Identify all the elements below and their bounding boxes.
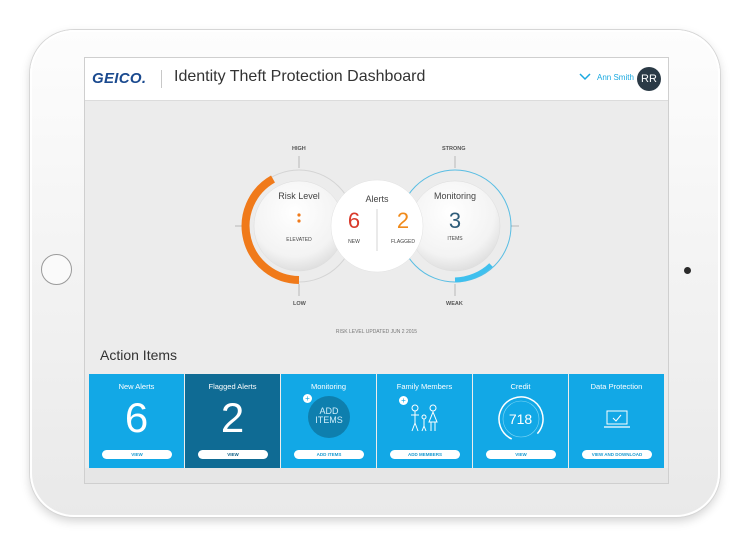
tile-data-protection[interactable]: Data Protection VIEW AND DOWNLOAD: [569, 374, 664, 468]
tile-label: Flagged Alerts: [208, 382, 257, 391]
monitoring-title: Monitoring: [433, 191, 477, 201]
chevron-down-icon[interactable]: [578, 70, 592, 84]
flagged-alerts-label: FLAGGED: [391, 239, 415, 245]
action-items-tiles: New Alerts 6 VIEW Flagged Alerts 2 VIEW …: [85, 374, 668, 468]
tile-flagged-alerts[interactable]: Flagged Alerts 2 VIEW: [185, 374, 280, 468]
camera-icon: [684, 267, 691, 274]
add-members-button[interactable]: ADD MEMBERS: [390, 450, 460, 459]
avatar[interactable]: RR: [637, 67, 661, 91]
laptop-check-icon: [604, 410, 630, 428]
home-button[interactable]: [41, 254, 72, 285]
risk-updated-note: RISK LEVEL UPDATED JUN 2 2015: [335, 329, 418, 335]
tile-label: New Alerts: [118, 382, 155, 391]
tile-value: 2: [220, 394, 245, 441]
family-icon: [411, 404, 438, 432]
gauge-graphic: [235, 156, 519, 296]
dashboard-area: HIGH LOW STRONG WEAK Risk Level ELEVATED…: [85, 101, 668, 353]
view-new-alerts-button[interactable]: VIEW: [102, 450, 172, 459]
tile-family-members[interactable]: Family Members + ADD MEMBERS: [377, 374, 472, 468]
tile-label: Family Members: [396, 382, 453, 391]
risk-status: ELEVATED: [286, 237, 312, 243]
monitoring-items-label: ITEMS: [447, 236, 463, 242]
tile-label: Credit: [510, 382, 531, 391]
flagged-alerts-count: 2: [396, 208, 410, 233]
tile-label: Monitoring: [310, 382, 347, 391]
axis-label-weak: WEAK: [446, 301, 463, 307]
geico-logo[interactable]: GEICO.: [92, 70, 146, 87]
tile-monitoring[interactable]: Monitoring ADD ITEMS + ADD ITEMS: [281, 374, 376, 468]
add-items-button[interactable]: ADD ITEMS: [294, 450, 364, 459]
user-name[interactable]: Ann Smith: [597, 73, 634, 82]
header-divider: [161, 70, 162, 88]
axis-label-high: HIGH: [292, 146, 306, 152]
tile-label: Data Protection: [590, 382, 643, 391]
bottom-strip: [85, 468, 668, 483]
alerts-title: Alerts: [365, 194, 389, 204]
action-items-title: Action Items: [100, 347, 178, 363]
page-title: Identity Theft Protection Dashboard: [174, 68, 426, 85]
view-credit-button[interactable]: VIEW: [486, 450, 556, 459]
add-items-text: ADD ITEMS: [315, 406, 343, 425]
tile-credit[interactable]: Credit 718 VIEW: [473, 374, 568, 468]
axis-label-strong: STRONG: [442, 146, 466, 152]
tile-new-alerts[interactable]: New Alerts 6 VIEW: [89, 374, 184, 468]
monitoring-count: 3: [448, 208, 462, 233]
credit-score: 718: [508, 411, 533, 427]
risk-level-title: Risk Level: [278, 191, 320, 201]
plus-icon[interactable]: +: [303, 394, 312, 403]
view-flagged-alerts-button[interactable]: VIEW: [198, 450, 268, 459]
new-alerts-label: NEW: [348, 239, 360, 245]
axis-label-low: LOW: [293, 301, 306, 307]
new-alerts-count: 6: [347, 208, 361, 233]
app-screen: GEICO. Identity Theft Protection Dashboa…: [84, 57, 669, 484]
tile-value: 6: [124, 394, 149, 441]
header-bar: GEICO. Identity Theft Protection Dashboa…: [85, 58, 668, 101]
view-and-download-button[interactable]: VIEW AND DOWNLOAD: [582, 450, 652, 459]
